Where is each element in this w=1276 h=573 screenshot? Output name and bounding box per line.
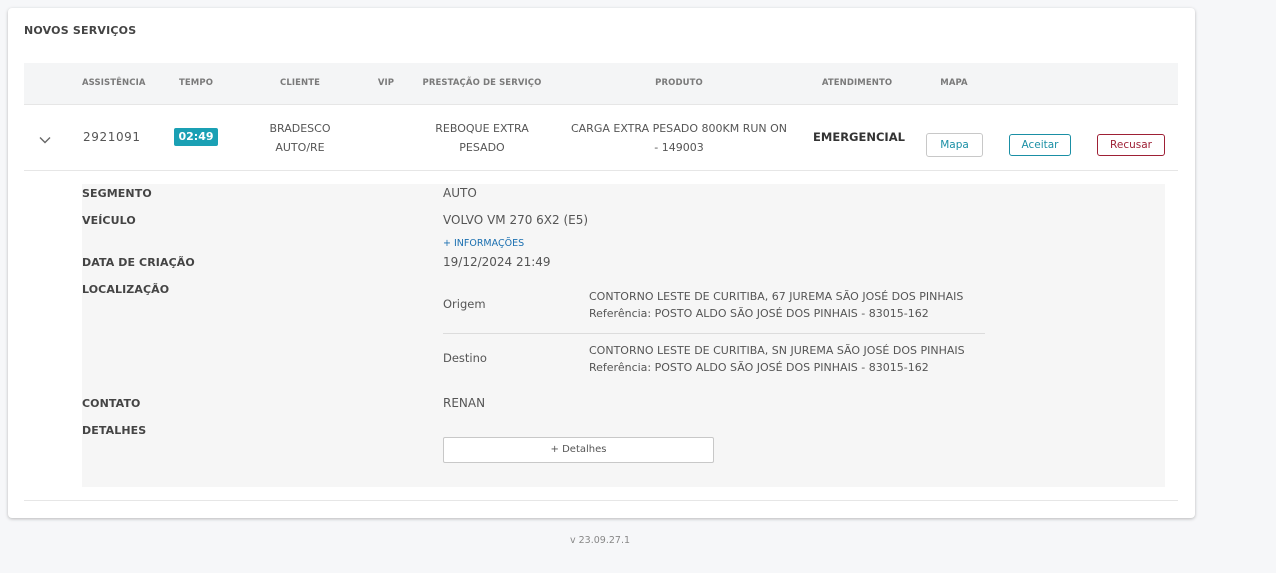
destino-address: CONTORNO LESTE DE CURITIBA, SN JUREMA SÃ… — [589, 344, 965, 357]
cliente-value: BRADESCO AUTO/RE — [269, 122, 331, 154]
destino-reference: Referência: POSTO ALDO SÃO JOSÉ DOS PINH… — [589, 361, 929, 374]
veiculo-value: VOLVO VM 270 6X2 (E5) — [443, 213, 589, 227]
origem-label: Origem — [443, 297, 486, 311]
origem-reference: Referência: POSTO ALDO SÃO JOSÉ DOS PINH… — [589, 307, 929, 320]
header-mapa: MAPA — [940, 78, 968, 88]
details-button[interactable]: + Detalhes — [443, 437, 714, 463]
prestacao-value: REBOQUE EXTRA PESADO — [435, 122, 529, 154]
assistencia-number: 2921091 — [83, 130, 141, 144]
more-info-link[interactable]: + INFORMAÇÕES — [443, 238, 524, 249]
table-row: 2921091 02:49 BRADESCO AUTO/RE REBOQUE E… — [24, 105, 1178, 171]
header-prestacao: PRESTAÇÃO DE SERVIÇO — [422, 78, 542, 88]
map-button[interactable]: Mapa — [926, 133, 983, 157]
card-title: NOVOS SERVIÇOS — [24, 24, 137, 37]
atendimento-value: EMERGENCIAL — [813, 130, 905, 144]
contato-value: RENAN — [443, 396, 486, 410]
data-criacao-value: 19/12/2024 21:49 — [443, 255, 551, 269]
chevron-down-icon[interactable] — [39, 131, 51, 144]
header-assistencia: ASSISTÊNCIA — [82, 78, 146, 88]
service-details-panel: SEGMENTO AUTO VEÍCULO VOLVO VM 270 6X2 (… — [82, 184, 1165, 487]
origem-address: CONTORNO LESTE DE CURITIBA, 67 JUREMA SÃ… — [589, 290, 964, 303]
timer-badge: 02:49 — [174, 128, 218, 146]
header-produto: PRODUTO — [655, 78, 703, 88]
refuse-button[interactable]: Recusar — [1097, 134, 1165, 156]
header-tempo: TEMPO — [179, 78, 214, 88]
header-cliente: CLIENTE — [279, 78, 321, 88]
veiculo-label: VEÍCULO — [82, 214, 136, 227]
table-header: ASSISTÊNCIA TEMPO CLIENTE VIP PRESTAÇÃO … — [24, 63, 1178, 105]
location-divider — [443, 333, 985, 334]
accept-button[interactable]: Aceitar — [1009, 134, 1071, 156]
produto-value: CARGA EXTRA PESADO 800KM RUN ON - 149003 — [570, 122, 788, 154]
localizacao-label: LOCALIZAÇÃO — [82, 283, 170, 296]
destino-label: Destino — [443, 351, 487, 365]
segmento-value: AUTO — [443, 186, 477, 200]
version-label: v 23.09.27.1 — [570, 535, 631, 546]
header-vip: VIP — [377, 78, 395, 88]
detalhes-label: DETALHES — [82, 424, 147, 437]
new-services-card: NOVOS SERVIÇOS ASSISTÊNCIA TEMPO CLIENTE… — [8, 8, 1195, 518]
contato-label: CONTATO — [82, 397, 141, 410]
data-criacao-label: DATA DE CRIAÇÃO — [82, 256, 195, 269]
header-atendimento: ATENDIMENTO — [821, 78, 893, 88]
row-divider — [24, 500, 1178, 501]
segmento-label: SEGMENTO — [82, 187, 152, 200]
